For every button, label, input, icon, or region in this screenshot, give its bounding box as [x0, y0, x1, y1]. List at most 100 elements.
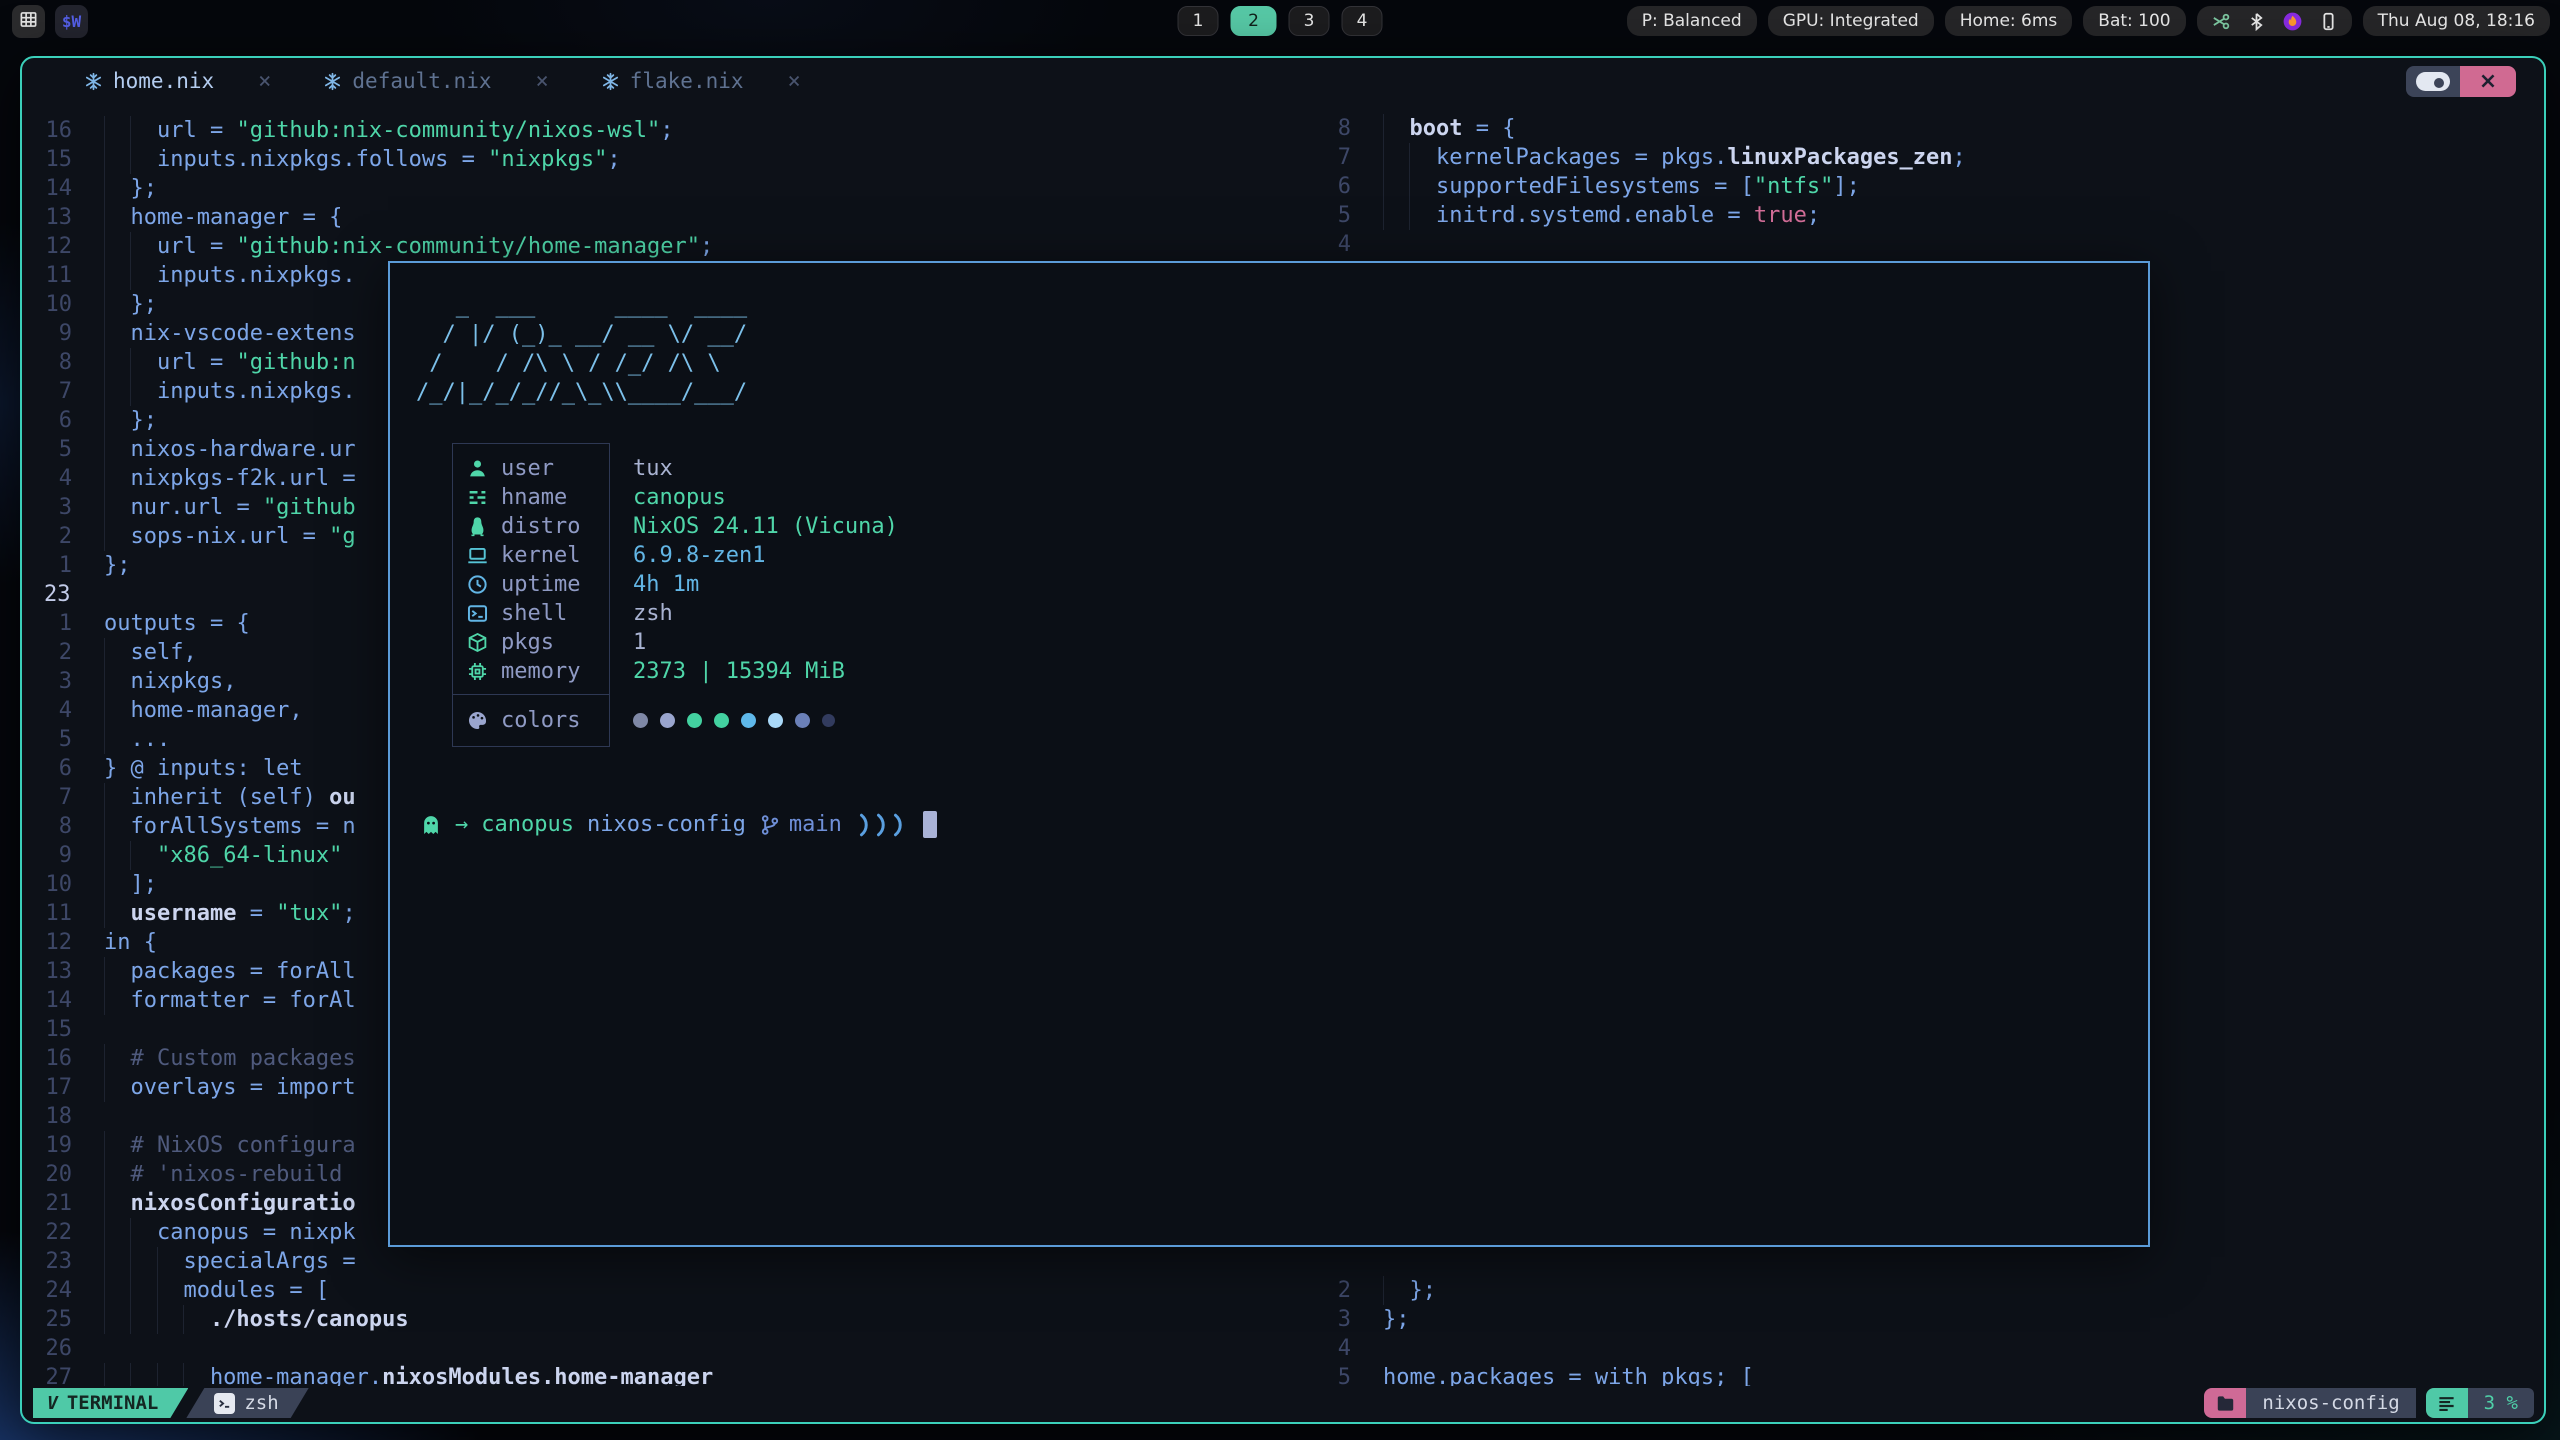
tab-close-icon[interactable]: × — [258, 69, 271, 94]
status-pill[interactable]: Home: 6ms — [1945, 6, 2073, 36]
line-number: 6 — [1307, 172, 1383, 201]
window-close-button[interactable]: × — [2460, 66, 2516, 97]
line-number: 4 — [28, 464, 104, 493]
code-line: 5initrd.systemd.enable = true; — [1307, 201, 2538, 230]
clock[interactable]: Thu Aug 08, 18:16 — [2363, 6, 2550, 36]
prompt-hostname: canopus — [481, 812, 574, 837]
fetch-row-uptime: uptime4h 1m — [453, 570, 609, 599]
code-line: 16url = "github:nix-community/nixos-wsl"… — [28, 116, 1290, 145]
line-number: 5 — [28, 725, 104, 754]
scroll-segment[interactable]: 3 % — [2426, 1388, 2534, 1418]
chip-icon — [465, 660, 489, 684]
palette-dot — [687, 713, 702, 728]
fetch-label: kernel — [501, 543, 580, 568]
line-number: 7 — [28, 377, 104, 406]
workspace-2[interactable]: 2 — [1231, 6, 1277, 36]
code-line: 8boot = { — [1307, 114, 2538, 143]
line-number: 2 — [28, 638, 104, 667]
cwd-segment[interactable]: nixos-config — [2204, 1388, 2415, 1418]
fetch-label: user — [501, 456, 554, 481]
line-number: 4 — [1307, 230, 1383, 259]
fetch-row-hname: hnamecanopus — [453, 483, 609, 512]
tab-home.nix[interactable]: home.nix× — [84, 69, 271, 94]
line-number: 10 — [28, 290, 104, 319]
floating-terminal[interactable]: _ ___ ____ ____ / |/ (_)_ __/ __ \/ __/ … — [388, 261, 2150, 1247]
chevron-icon — [857, 813, 872, 837]
close-icon: × — [2479, 69, 2497, 94]
tab-default.nix[interactable]: default.nix × — [323, 69, 548, 94]
tab-label: flake.nix — [630, 69, 744, 93]
workspace-1[interactable]: 1 — [1178, 6, 1219, 36]
tab-close-icon[interactable]: × — [788, 69, 801, 94]
tab-label: default.nix — [352, 69, 491, 93]
code-line: 4 — [1307, 230, 2538, 259]
laptop-icon — [465, 544, 489, 568]
fetch-label: shell — [501, 601, 567, 626]
fetch-label: memory — [501, 659, 580, 684]
line-number: 3 — [28, 667, 104, 696]
line-number: 14 — [28, 174, 104, 203]
logo-button[interactable]: $W — [55, 5, 88, 38]
fetch-value: 2373 | 15394 MiB — [633, 659, 845, 684]
line-number: 1 — [28, 609, 104, 638]
penguin-icon — [465, 515, 489, 539]
line-number: 23 — [28, 1247, 104, 1276]
logo-text: $W — [62, 12, 81, 31]
palette-dot — [822, 714, 835, 727]
mode-segment[interactable]: V TERMINAL — [33, 1388, 188, 1418]
code-line: 13home-manager = { — [28, 203, 1290, 232]
line-number: 5 — [28, 435, 104, 464]
window-controls: × — [2406, 66, 2516, 97]
right-pane-top-lines: 8boot = {7kernelPackages = pkgs.linuxPac… — [1307, 114, 2538, 259]
status-pill[interactable]: GPU: Integrated — [1768, 6, 1934, 36]
line-number: 21 — [28, 1189, 104, 1218]
workspace-4[interactable]: 4 — [1342, 6, 1383, 36]
prompt-git-segment: main — [759, 812, 842, 837]
code-line: 23specialArgs = — [28, 1247, 1290, 1276]
fetch-value: 4h 1m — [633, 572, 699, 597]
palette-dot — [660, 713, 675, 728]
toggle-icon — [2416, 72, 2450, 91]
status-pill[interactable]: Bat: 100 — [2083, 6, 2185, 36]
line-number: 3 — [28, 493, 104, 522]
code-line: 6supportedFilesystems = ["ntfs"]; — [1307, 172, 2538, 201]
tab-close-icon[interactable]: × — [535, 69, 548, 94]
scroll-percent: 3 % — [2468, 1388, 2534, 1418]
fetch-row-memory: memory2373 | 15394 MiB — [453, 657, 609, 686]
fetch-label: uptime — [501, 572, 580, 597]
flame-icon — [2283, 12, 2302, 31]
line-number: 19 — [28, 1131, 104, 1160]
system-tray[interactable] — [2197, 6, 2352, 36]
fetch-value: tux — [633, 456, 673, 481]
shell-segment[interactable]: zsh — [186, 1388, 308, 1418]
code-line: 25./hosts/canopus — [28, 1305, 1290, 1334]
line-number: 11 — [28, 261, 104, 290]
fetch-value: NixOS 24.11 (Vicuna) — [633, 514, 898, 539]
line-number: 6 — [28, 406, 104, 435]
palette-dot — [768, 713, 783, 728]
window-pin-toggle[interactable] — [2406, 66, 2460, 97]
code-line: 27home-manager.nixosModules.home-manager — [28, 1363, 1290, 1386]
status-pill[interactable]: P: Balanced — [1627, 6, 1757, 36]
line-number: 1 — [28, 551, 104, 580]
line-number: 2 — [1307, 1276, 1383, 1305]
app-launcher-button[interactable] — [12, 5, 45, 38]
code-line: 4 — [1307, 1334, 2538, 1363]
shell-prompt[interactable]: →canopusnixos-configmain — [420, 811, 937, 838]
nix-icon — [84, 72, 103, 91]
code-line: 24modules = [ — [28, 1276, 1290, 1305]
line-number: 15 — [28, 1015, 104, 1044]
ghost-icon — [420, 814, 442, 836]
workspaces: 1234 — [1178, 6, 1383, 36]
clock-text: Thu Aug 08, 18:16 — [2378, 11, 2535, 31]
line-number: 26 — [28, 1334, 104, 1363]
workspace-3[interactable]: 3 — [1289, 6, 1330, 36]
prompt-directory: nixos-config — [587, 812, 746, 837]
tab-flake.nix[interactable]: flake.nix × — [601, 69, 801, 94]
line-number: 8 — [28, 348, 104, 377]
line-number: 5 — [1307, 201, 1383, 230]
code-line: 5home.packages = with pkgs; [ — [1307, 1363, 2538, 1386]
vim-mode-icon: V — [47, 1393, 58, 1414]
fetch-row-user: usertux — [453, 454, 609, 483]
line-number: 8 — [28, 812, 104, 841]
